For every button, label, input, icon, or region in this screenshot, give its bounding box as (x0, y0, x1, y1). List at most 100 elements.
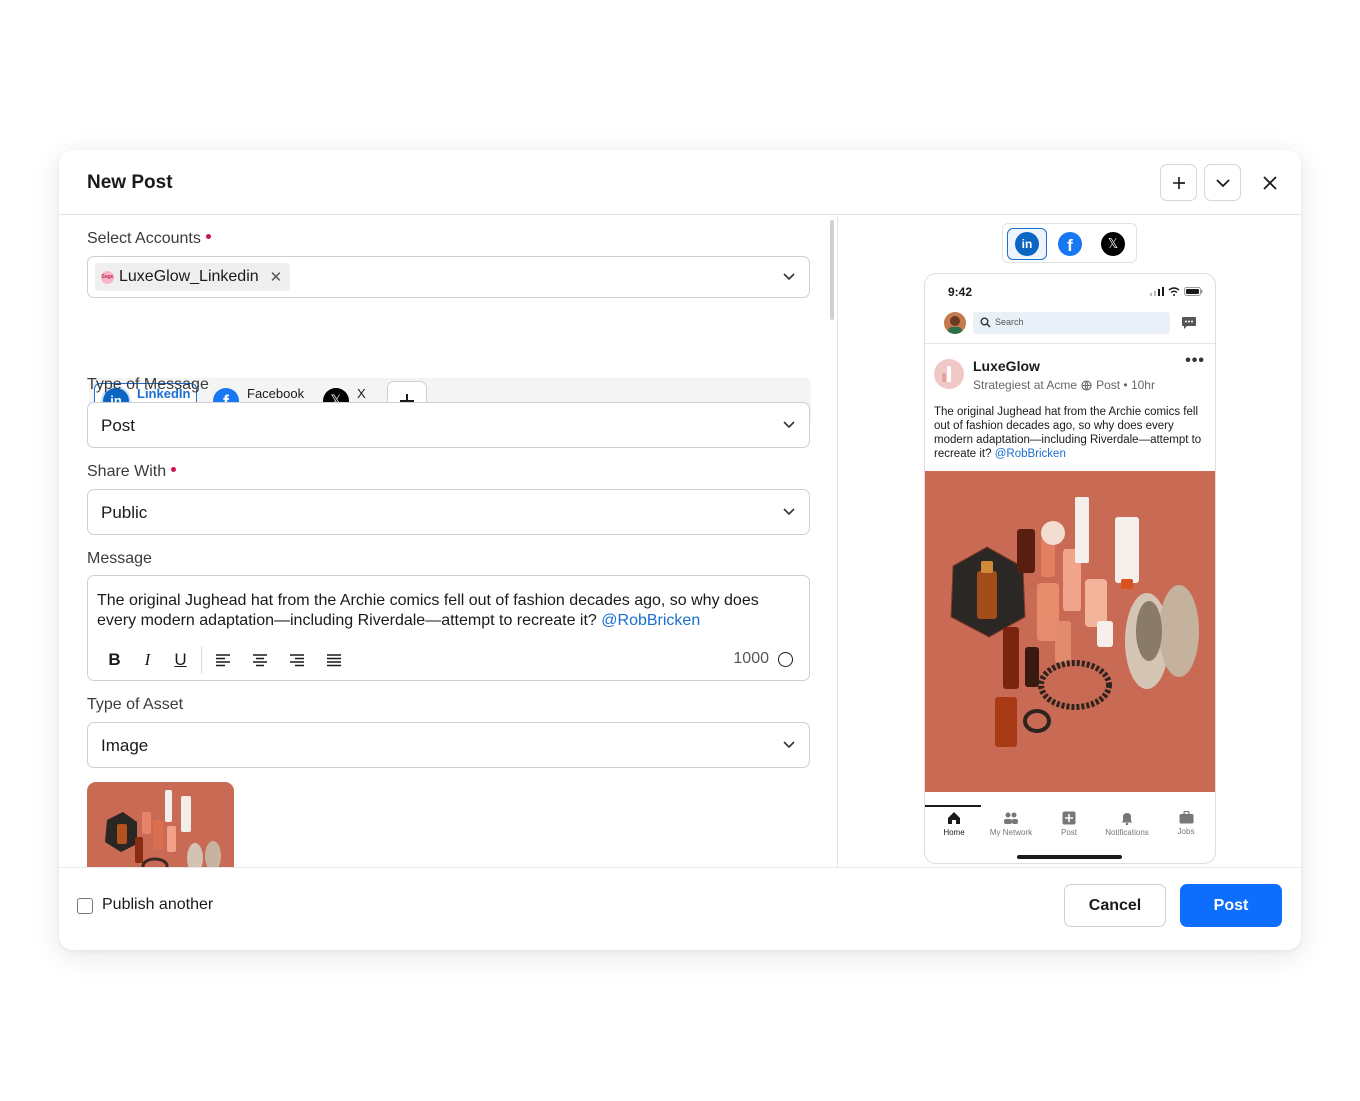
linkedin-icon: in (1015, 232, 1039, 256)
publish-another-label[interactable]: Publish another (102, 896, 213, 914)
share-with-select[interactable]: Public (87, 489, 810, 535)
align-right-icon (289, 654, 304, 667)
accounts-select[interactable]: Sage LuxeGlow_Linkedin ✕ (87, 256, 810, 298)
preview-author-subtitle: Strategiest at Acme Post • 10hr (973, 378, 1155, 392)
account-chip: Sage LuxeGlow_Linkedin ✕ (95, 263, 291, 291)
required-dot (205, 234, 211, 240)
message-text[interactable]: The original Jughead hat from the Archie… (97, 591, 797, 631)
linkedin-preview-phone: 9:42 Search LuxeGlow Strategiest at Acme… (924, 273, 1216, 864)
search-placeholder: Search (995, 317, 1024, 327)
chevron-down-icon (783, 421, 795, 429)
column-divider (837, 216, 838, 867)
new-post-modal: New Post Select Accounts Sage LuxeGlow_L… (59, 150, 1301, 950)
search-icon (980, 317, 991, 328)
preview-divider (925, 343, 1215, 344)
preview-network-switch: in f 𝕏 (1002, 223, 1137, 263)
phone-status-icons (1150, 287, 1203, 296)
share-with-label: Share With (87, 463, 177, 481)
post-button[interactable]: Post (1180, 884, 1282, 927)
facebook-icon: f (1058, 232, 1082, 256)
wifi-icon (1168, 287, 1180, 296)
more-options-icon[interactable]: ••• (1185, 352, 1205, 370)
align-center-icon (252, 654, 267, 667)
character-count: 1000 (733, 650, 769, 667)
cosmetics-image (925, 471, 1215, 792)
home-icon (948, 812, 960, 824)
align-center-button[interactable] (243, 646, 276, 674)
italic-button[interactable]: I (131, 646, 164, 674)
cancel-button[interactable]: Cancel (1064, 884, 1166, 927)
messaging-icon[interactable] (1181, 316, 1197, 330)
plus-square-icon (1062, 811, 1076, 825)
pin-button[interactable] (1160, 164, 1197, 201)
message-editor[interactable]: The original Jughead hat from the Archie… (87, 575, 810, 681)
publish-another-checkbox[interactable] (77, 898, 93, 914)
modal-title: New Post (87, 172, 173, 193)
preview-nav-home[interactable]: Home (925, 811, 983, 837)
cosmetics-image (87, 782, 234, 867)
type-of-message-value: Post (101, 416, 136, 435)
modal-footer: Publish another Cancel Post (59, 867, 1301, 950)
type-of-asset-value: Image (101, 736, 149, 755)
preview-search-bar[interactable]: Search (973, 312, 1170, 334)
chevron-down-icon (783, 508, 795, 516)
chevron-down-icon (783, 273, 795, 281)
align-left-button[interactable] (206, 646, 239, 674)
user-avatar[interactable] (944, 312, 966, 334)
type-of-message-select[interactable]: Post (87, 402, 810, 448)
align-right-button[interactable] (280, 646, 313, 674)
modal-header: New Post (59, 150, 1301, 215)
preview-bottom-nav: Home My Network Post Notifications Jobs (925, 805, 1215, 845)
preview-x-button[interactable]: 𝕏 (1093, 228, 1133, 260)
globe-icon (1081, 379, 1092, 391)
account-logo: Sage (101, 270, 114, 284)
type-of-message-label: Type of Message (87, 376, 209, 393)
align-left-icon (215, 654, 230, 667)
x-icon: 𝕏 (1101, 232, 1125, 256)
underline-button[interactable]: U (164, 646, 197, 674)
share-with-value: Public (101, 503, 148, 522)
luxeglow-logo (934, 359, 964, 389)
compose-form: Select Accounts Sage LuxeGlow_Linkedin ✕… (59, 216, 837, 867)
collapse-button[interactable] (1204, 164, 1241, 201)
type-of-asset-select[interactable]: Image (87, 722, 810, 768)
tab-facebook-label: Facebook (247, 385, 305, 401)
preview-post-image (925, 471, 1215, 792)
preview-author-name[interactable]: LuxeGlow (973, 358, 1040, 374)
battery-icon (1184, 287, 1203, 296)
preview-linkedin-button[interactable]: in (1007, 228, 1047, 260)
preview-nav-jobs[interactable]: Jobs (1157, 811, 1215, 836)
message-mention[interactable]: @RobBricken (601, 612, 700, 629)
briefcase-icon (1179, 811, 1193, 824)
signal-icon (1150, 287, 1164, 296)
asset-thumbnail[interactable] (87, 782, 234, 867)
character-count-ring-icon (778, 652, 793, 667)
close-button[interactable] (1255, 168, 1285, 198)
network-icon (1004, 812, 1018, 824)
toolbar-divider (201, 646, 202, 674)
chevron-down-icon (783, 741, 795, 749)
form-scrollbar[interactable] (830, 220, 834, 320)
pin-icon (1172, 176, 1185, 189)
preview-post-text: The original Jughead hat from the Archie… (934, 406, 1202, 460)
tab-x-label: X (357, 385, 366, 401)
justify-button[interactable] (317, 646, 350, 674)
home-indicator (1017, 855, 1122, 859)
preview-facebook-button[interactable]: f (1050, 228, 1090, 260)
message-label: Message (87, 550, 152, 567)
preview-nav-network[interactable]: My Network (982, 811, 1040, 837)
phone-time: 9:42 (948, 285, 973, 299)
preview-nav-notifications[interactable]: Notifications (1098, 811, 1156, 837)
preview-mention[interactable]: @RobBricken (995, 448, 1066, 460)
remove-account-icon[interactable]: ✕ (270, 268, 283, 286)
format-toolbar: B I U (98, 646, 350, 674)
close-icon (1263, 176, 1277, 190)
active-tab-indicator (925, 805, 981, 807)
justify-icon (326, 654, 341, 667)
required-dot (171, 467, 177, 473)
preview-nav-post[interactable]: Post (1040, 811, 1098, 837)
type-of-asset-label: Type of Asset (87, 696, 184, 713)
bold-button[interactable]: B (98, 646, 131, 674)
select-accounts-label: Select Accounts (87, 230, 211, 248)
bell-icon (1121, 813, 1133, 825)
